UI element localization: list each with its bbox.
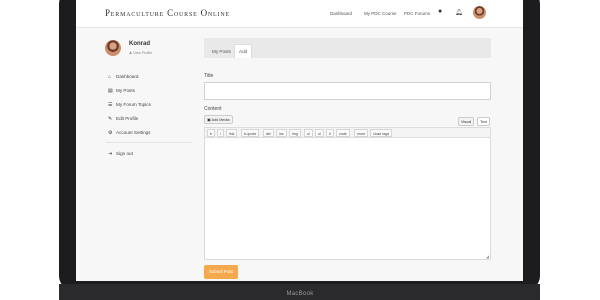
quicktag-close-tags[interactable]: close tags (370, 129, 393, 137)
sidebar-item-forum-topics[interactable]: ☰ My Forum Topics (108, 102, 151, 108)
quicktag-italic[interactable]: i (217, 129, 224, 137)
quicktag-code[interactable]: code (336, 129, 350, 137)
user-icon: ♟︎ (129, 51, 133, 55)
top-navigation: Permaculture Course Online Dashboard My … (76, 0, 523, 28)
sidebar-divider (106, 142, 192, 143)
add-media-label: Add Media (211, 118, 230, 122)
sidebar: Konrad ♟︎ View Profile ⌂ Dashboard ▤ My Po… (76, 27, 202, 281)
profile-name: Konrad (129, 41, 150, 47)
quicktags-toolbar: b i link b-quote del ins img ul ol li co… (204, 127, 491, 138)
nav-link-dashboard[interactable]: Dashboard (330, 11, 352, 16)
sidebar-item-label: Edit Profile (116, 116, 139, 121)
quicktag-more[interactable]: more (354, 129, 369, 137)
quicktag-img[interactable]: img (289, 129, 301, 137)
tab-bar: My Posts Add (204, 38, 491, 58)
signout-icon: ⇥ (108, 151, 113, 157)
view-profile-label: View Profile (133, 51, 153, 55)
content-label: Content (204, 106, 222, 112)
list-icon: ☰ (108, 102, 113, 108)
sidebar-item-edit-profile[interactable]: ✎ Edit Profile (108, 116, 138, 122)
visual-tab[interactable]: Visual (458, 117, 475, 126)
quicktag-blockquote[interactable]: b-quote (241, 129, 260, 137)
sidebar-item-label: Dashboard (116, 74, 139, 79)
pencil-icon: ✎ (108, 116, 113, 122)
quicktag-ol[interactable]: ol (315, 129, 324, 137)
device-label: MacBook (286, 291, 314, 297)
screen: Permaculture Course Online Dashboard My … (76, 0, 523, 281)
sidebar-item-sign-out[interactable]: ⇥ Sign out (108, 151, 133, 157)
sidebar-item-dashboard[interactable]: ⌂ Dashboard (108, 74, 138, 80)
tab-add[interactable]: Add (234, 44, 253, 58)
content-editor[interactable]: ◢ (204, 138, 491, 260)
quicktag-ins[interactable]: ins (276, 129, 287, 137)
view-profile-link[interactable]: ♟︎ View Profile (129, 51, 152, 55)
nav-link-pdc-forums[interactable]: PDC Forums (404, 11, 430, 16)
tab-my-posts[interactable]: My Posts (208, 45, 235, 58)
site-brand[interactable]: Permaculture Course Online (105, 8, 230, 18)
quicktag-li[interactable]: li (326, 129, 334, 137)
avatar[interactable] (473, 6, 486, 19)
quicktag-bold[interactable]: b (207, 129, 215, 137)
quicktag-del[interactable]: del (263, 129, 274, 137)
sidebar-item-label: My Posts (116, 88, 135, 93)
text-tab[interactable]: Text (477, 117, 490, 126)
sidebar-item-my-posts[interactable]: ▤ My Posts (108, 88, 135, 94)
gear-icon: ⚙ (108, 130, 113, 136)
home-icon: ⌂ (108, 74, 112, 80)
document-icon: ▤ (108, 88, 113, 94)
title-label: Title (204, 73, 214, 79)
profile-avatar (105, 40, 121, 56)
quicktag-link[interactable]: link (226, 129, 238, 137)
nav-link-pdc-course[interactable]: My PDC Course (364, 11, 397, 16)
resize-handle-icon[interactable]: ◢ (486, 254, 489, 259)
add-media-button[interactable]: ▣ Add Media (204, 115, 233, 124)
bell-icon[interactable]: 🔔︎ (455, 9, 463, 16)
quicktag-ul[interactable]: ul (304, 129, 313, 137)
sidebar-item-label: My Forum Topics (116, 102, 151, 107)
sidebar-item-label: Sign out (116, 151, 133, 156)
chat-icon[interactable]: ● (438, 8, 442, 15)
sidebar-item-account-settings[interactable]: ⚙ Account Settings (108, 130, 150, 136)
title-input[interactable] (204, 82, 491, 100)
sidebar-item-label: Account Settings (116, 130, 151, 135)
submit-post-button[interactable]: Submit Post (204, 265, 238, 279)
